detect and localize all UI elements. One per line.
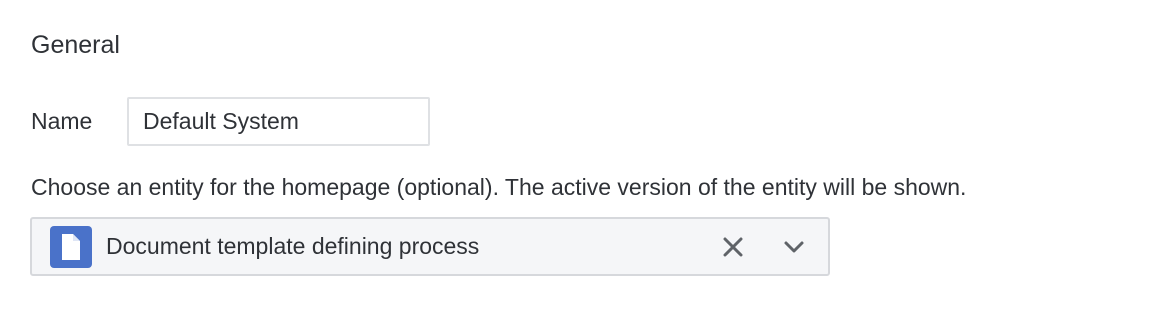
name-input[interactable] xyxy=(127,97,430,146)
section-title: General xyxy=(31,31,120,59)
homepage-hint: Choose an entity for the homepage (optio… xyxy=(31,174,967,200)
selected-entity-label: Document template defining process xyxy=(106,233,480,259)
close-icon[interactable] xyxy=(719,233,747,261)
homepage-entity-select[interactable]: Document template defining process xyxy=(30,217,830,276)
name-label: Name xyxy=(31,108,93,134)
chevron-down-icon[interactable] xyxy=(780,233,808,261)
document-icon xyxy=(50,225,92,268)
name-row: Name xyxy=(31,97,430,146)
